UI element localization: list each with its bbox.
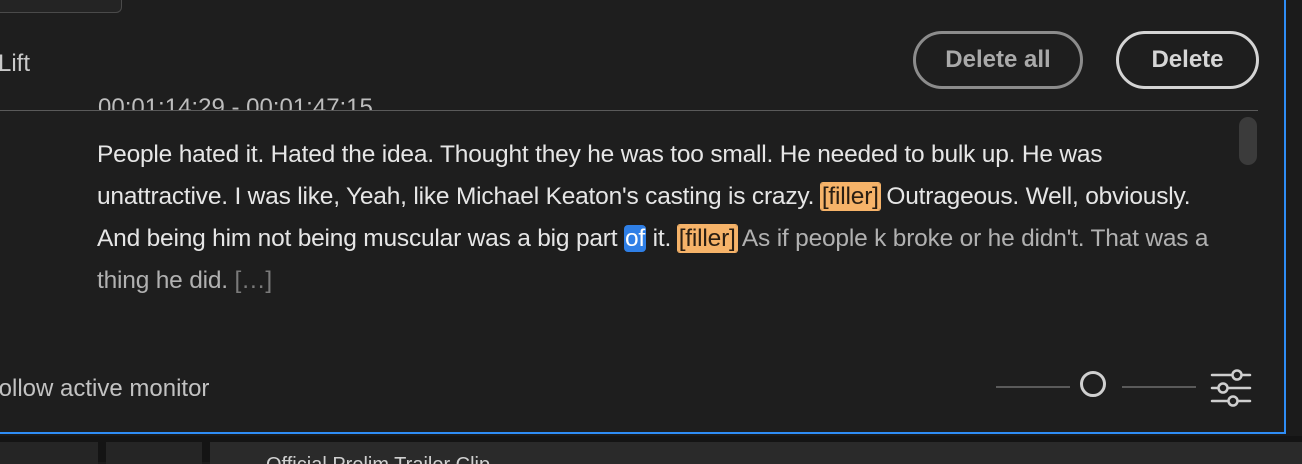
bottom-tab-active[interactable]: Official Prelim Trailer Clip [210, 442, 1302, 464]
filler-tag[interactable]: [filler] [820, 183, 880, 210]
transcript-text[interactable]: People hated it. Hated the idea. Thought… [97, 134, 1227, 302]
top-control[interactable] [0, 0, 122, 13]
zoom-slider-thumb[interactable] [1080, 371, 1106, 397]
delete-button[interactable]: Delete [1116, 31, 1259, 89]
segment-timestamp: 00;01;14;29 - 00;01;47;15 [98, 97, 373, 111]
selected-word[interactable]: of [623, 225, 647, 252]
zoom-slider-track[interactable] [996, 386, 1070, 388]
follow-active-monitor-label[interactable]: Follow active monitor [0, 375, 209, 403]
lift-label: Lift [0, 50, 31, 77]
transcript-segment[interactable]: it. [646, 225, 678, 252]
divider [0, 110, 1258, 111]
bottom-tab-label: Official Prelim Trailer Clip [266, 454, 490, 464]
sliders-icon[interactable] [1210, 368, 1252, 408]
bottom-tab[interactable] [0, 442, 98, 464]
transcript-panel: Lift Delete all Delete 00;01;14;29 - 00;… [0, 0, 1286, 434]
delete-all-button[interactable]: Delete all [913, 31, 1083, 89]
timestamp-text: 00;01;14;29 - 00;01;47;15 [98, 97, 373, 111]
more-ellipsis[interactable]: […] [235, 267, 273, 294]
zoom-slider-track[interactable] [1122, 386, 1196, 388]
bottom-tab[interactable] [106, 442, 202, 464]
scrollbar-thumb[interactable] [1239, 117, 1257, 165]
filler-tag[interactable]: [filler] [677, 225, 737, 252]
